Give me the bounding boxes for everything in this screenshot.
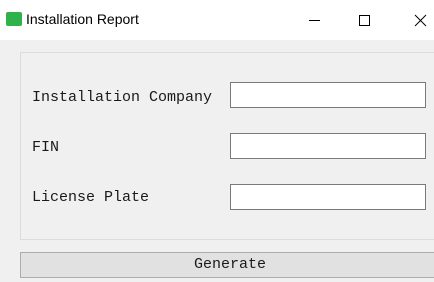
license-plate-label: License Plate: [32, 189, 150, 206]
close-button[interactable]: [386, 0, 434, 40]
license-plate-input[interactable]: [230, 184, 426, 210]
maximize-icon: [359, 15, 370, 26]
title-bar[interactable]: Installation Report: [0, 0, 434, 40]
window-title: Installation Report: [26, 11, 139, 27]
minimize-button[interactable]: [290, 0, 338, 40]
installation-company-label: Installation Company: [32, 89, 213, 106]
minimize-icon: [309, 20, 320, 21]
app-window: Installation Report Installation Company…: [0, 0, 434, 282]
maximize-button[interactable]: [340, 0, 388, 40]
generate-button[interactable]: Generate: [20, 252, 434, 278]
app-logo-icon: [6, 12, 22, 26]
fin-input[interactable]: [230, 133, 426, 159]
close-icon: [414, 14, 427, 27]
installation-company-input[interactable]: [230, 82, 426, 108]
fin-label: FIN: [32, 139, 60, 156]
